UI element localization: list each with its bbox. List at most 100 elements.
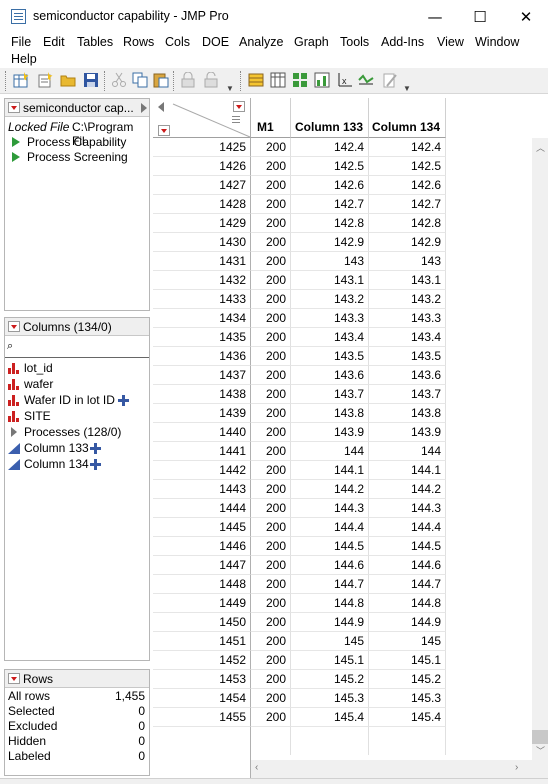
table-cell[interactable]: 145.3 xyxy=(369,689,446,708)
table-cell[interactable]: 200 xyxy=(251,233,291,252)
row-number[interactable]: 1433 xyxy=(153,290,251,309)
group-expand-icon[interactable] xyxy=(11,427,17,437)
horizontal-scrollbar[interactable]: ‹ › xyxy=(251,760,532,778)
row-number[interactable]: 1453 xyxy=(153,670,251,689)
table-cell[interactable]: 142.4 xyxy=(291,138,369,157)
row-number[interactable]: 1432 xyxy=(153,271,251,290)
table-cell[interactable]: 145.4 xyxy=(369,708,446,727)
column-header-column-134[interactable]: Column 134 xyxy=(369,98,446,138)
row-number[interactable]: 1447 xyxy=(153,556,251,575)
collapse-left-icon[interactable] xyxy=(158,102,164,112)
table-cell[interactable]: 143.9 xyxy=(291,423,369,442)
table-cell[interactable]: 200 xyxy=(251,594,291,613)
row-number[interactable]: 1448 xyxy=(153,575,251,594)
table-cell[interactable]: 145.1 xyxy=(291,651,369,670)
table-cell[interactable]: 142.7 xyxy=(369,195,446,214)
table-cell[interactable]: 143.3 xyxy=(369,309,446,328)
table-cell[interactable]: 145.3 xyxy=(291,689,369,708)
table-cell[interactable]: 200 xyxy=(251,708,291,727)
table-cell[interactable]: 200 xyxy=(251,385,291,404)
table-cell[interactable]: 200 xyxy=(251,461,291,480)
row-number[interactable]: 1436 xyxy=(153,347,251,366)
distribution-icon[interactable] xyxy=(292,72,308,88)
toolbar-overflow-icon[interactable]: ▼ xyxy=(226,84,234,93)
table-cell[interactable]: 143.3 xyxy=(291,309,369,328)
control-chart-icon[interactable] xyxy=(358,72,374,88)
column-item-wafer[interactable]: wafer xyxy=(24,377,53,391)
new-table-icon[interactable] xyxy=(13,72,29,88)
table-cell[interactable]: 144 xyxy=(291,442,369,461)
table-cell[interactable]: 144.7 xyxy=(369,575,446,594)
table-cell[interactable]: 200 xyxy=(251,670,291,689)
column-header-m1[interactable]: M1 xyxy=(251,98,291,138)
table-cell[interactable]: 200 xyxy=(251,480,291,499)
menu-graph[interactable]: Graph xyxy=(294,35,329,49)
script-process-capability[interactable]: Process Capability xyxy=(27,135,126,149)
table-cell[interactable]: 200 xyxy=(251,366,291,385)
menu-tables[interactable]: Tables xyxy=(77,35,113,49)
table-cell[interactable]: 144 xyxy=(369,442,446,461)
table-cell[interactable]: 144.8 xyxy=(369,594,446,613)
new-script-icon[interactable] xyxy=(37,72,53,88)
menu-cols[interactable]: Cols xyxy=(165,35,190,49)
row-number[interactable]: 1451 xyxy=(153,632,251,651)
unlock-icon[interactable] xyxy=(203,72,219,88)
menu-edit[interactable]: Edit xyxy=(43,35,65,49)
table-cell[interactable]: 144.2 xyxy=(369,480,446,499)
row-number[interactable]: 1430 xyxy=(153,233,251,252)
table-cell[interactable]: 145.1 xyxy=(369,651,446,670)
column-item-lot-id[interactable]: lot_id xyxy=(24,361,53,375)
table-cell[interactable]: 144.9 xyxy=(369,613,446,632)
run-script-icon[interactable] xyxy=(12,137,20,147)
table-cell[interactable]: 143.7 xyxy=(369,385,446,404)
vertical-scrollbar[interactable]: ︿ ﹀ xyxy=(532,138,548,760)
toolbar-overflow-icon[interactable]: ▼ xyxy=(403,84,411,93)
table-cell[interactable]: 144.8 xyxy=(291,594,369,613)
table-cell[interactable]: 200 xyxy=(251,347,291,366)
columns-red-triangle-icon[interactable] xyxy=(8,321,20,332)
menu-rows[interactable]: Rows xyxy=(123,35,154,49)
row-number[interactable]: 1443 xyxy=(153,480,251,499)
table-cell[interactable]: 144.5 xyxy=(291,537,369,556)
table-cell[interactable]: 200 xyxy=(251,689,291,708)
fit-y-by-x-icon[interactable]: x xyxy=(337,72,353,88)
table-cell[interactable]: 142.6 xyxy=(369,176,446,195)
table-cell[interactable]: 142.9 xyxy=(291,233,369,252)
table-cell[interactable]: 143.6 xyxy=(369,366,446,385)
table-cell[interactable]: 143 xyxy=(369,252,446,271)
table-cell[interactable]: 200 xyxy=(251,404,291,423)
table-cell[interactable]: 143.8 xyxy=(369,404,446,423)
table-cell[interactable]: 200 xyxy=(251,138,291,157)
row-number[interactable]: 1435 xyxy=(153,328,251,347)
row-number[interactable]: 1450 xyxy=(153,613,251,632)
vertical-scroll-thumb[interactable] xyxy=(532,730,548,744)
maximize-button[interactable]: ☐ xyxy=(465,6,495,28)
row-number[interactable]: 1449 xyxy=(153,594,251,613)
table-cell[interactable]: 200 xyxy=(251,442,291,461)
table-cell[interactable]: 143.4 xyxy=(369,328,446,347)
table-cell[interactable]: 144.6 xyxy=(369,556,446,575)
menu-analyze[interactable]: Analyze xyxy=(239,35,283,49)
columns-viewer-icon[interactable] xyxy=(270,72,286,88)
table-cell[interactable]: 200 xyxy=(251,157,291,176)
table-cell[interactable]: 145.2 xyxy=(291,670,369,689)
column-item-site[interactable]: SITE xyxy=(24,409,51,423)
row-number[interactable]: 1441 xyxy=(153,442,251,461)
table-cell[interactable]: 142.5 xyxy=(369,157,446,176)
table-cell[interactable]: 143.7 xyxy=(291,385,369,404)
table-cell[interactable]: 143.5 xyxy=(291,347,369,366)
script-process-screening[interactable]: Process Screening xyxy=(27,150,128,164)
row-number[interactable]: 1444 xyxy=(153,499,251,518)
row-number[interactable]: 1440 xyxy=(153,423,251,442)
row-number[interactable]: 1431 xyxy=(153,252,251,271)
graph-builder-icon[interactable] xyxy=(314,72,330,88)
table-cell[interactable]: 143 xyxy=(291,252,369,271)
table-cell[interactable]: 200 xyxy=(251,518,291,537)
cut-icon[interactable] xyxy=(111,72,127,88)
scroll-down-icon[interactable]: ﹀ xyxy=(536,744,545,757)
table-cell[interactable]: 142.8 xyxy=(369,214,446,233)
table-cell[interactable]: 200 xyxy=(251,309,291,328)
table-cell[interactable]: 200 xyxy=(251,632,291,651)
menu-file[interactable]: File xyxy=(11,35,31,49)
row-number[interactable]: 1428 xyxy=(153,195,251,214)
